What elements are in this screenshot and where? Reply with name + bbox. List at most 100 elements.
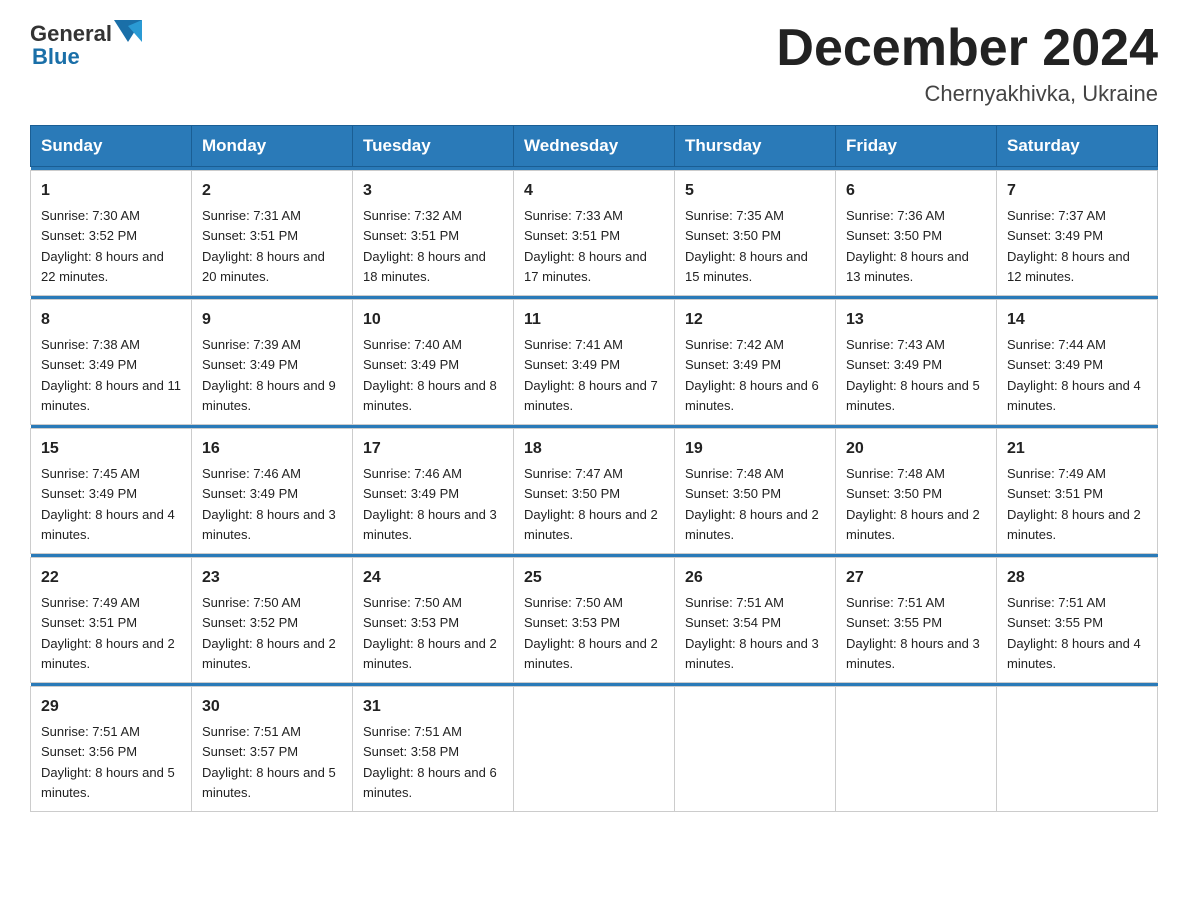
- day-info: Sunrise: 7:50 AMSunset: 3:53 PMDaylight:…: [524, 595, 658, 671]
- day-info: Sunrise: 7:49 AMSunset: 3:51 PMDaylight:…: [41, 595, 175, 671]
- table-row: 19 Sunrise: 7:48 AMSunset: 3:50 PMDaylig…: [675, 429, 836, 554]
- month-title: December 2024: [776, 20, 1158, 77]
- day-info: Sunrise: 7:44 AMSunset: 3:49 PMDaylight:…: [1007, 337, 1141, 413]
- table-row: 20 Sunrise: 7:48 AMSunset: 3:50 PMDaylig…: [836, 429, 997, 554]
- calendar-week-row: 22 Sunrise: 7:49 AMSunset: 3:51 PMDaylig…: [31, 558, 1158, 683]
- day-number: 30: [202, 695, 342, 719]
- day-number: 13: [846, 308, 986, 332]
- day-info: Sunrise: 7:51 AMSunset: 3:55 PMDaylight:…: [846, 595, 980, 671]
- col-tuesday: Tuesday: [353, 126, 514, 167]
- day-info: Sunrise: 7:51 AMSunset: 3:54 PMDaylight:…: [685, 595, 819, 671]
- day-number: 3: [363, 179, 503, 203]
- table-row: 13 Sunrise: 7:43 AMSunset: 3:49 PMDaylig…: [836, 300, 997, 425]
- day-info: Sunrise: 7:46 AMSunset: 3:49 PMDaylight:…: [363, 466, 497, 542]
- day-number: 27: [846, 566, 986, 590]
- calendar-week-row: 15 Sunrise: 7:45 AMSunset: 3:49 PMDaylig…: [31, 429, 1158, 554]
- day-number: 2: [202, 179, 342, 203]
- day-number: 8: [41, 308, 181, 332]
- table-row: 18 Sunrise: 7:47 AMSunset: 3:50 PMDaylig…: [514, 429, 675, 554]
- day-info: Sunrise: 7:35 AMSunset: 3:50 PMDaylight:…: [685, 208, 808, 284]
- day-number: 20: [846, 437, 986, 461]
- day-info: Sunrise: 7:40 AMSunset: 3:49 PMDaylight:…: [363, 337, 497, 413]
- location-title: Chernyakhivka, Ukraine: [776, 81, 1158, 107]
- day-number: 4: [524, 179, 664, 203]
- day-info: Sunrise: 7:48 AMSunset: 3:50 PMDaylight:…: [846, 466, 980, 542]
- table-row: 12 Sunrise: 7:42 AMSunset: 3:49 PMDaylig…: [675, 300, 836, 425]
- table-row: 23 Sunrise: 7:50 AMSunset: 3:52 PMDaylig…: [192, 558, 353, 683]
- col-monday: Monday: [192, 126, 353, 167]
- day-info: Sunrise: 7:31 AMSunset: 3:51 PMDaylight:…: [202, 208, 325, 284]
- day-info: Sunrise: 7:38 AMSunset: 3:49 PMDaylight:…: [41, 337, 181, 413]
- day-number: 10: [363, 308, 503, 332]
- day-info: Sunrise: 7:43 AMSunset: 3:49 PMDaylight:…: [846, 337, 980, 413]
- day-info: Sunrise: 7:51 AMSunset: 3:55 PMDaylight:…: [1007, 595, 1141, 671]
- table-row: 3 Sunrise: 7:32 AMSunset: 3:51 PMDayligh…: [353, 171, 514, 296]
- day-info: Sunrise: 7:50 AMSunset: 3:52 PMDaylight:…: [202, 595, 336, 671]
- day-info: Sunrise: 7:33 AMSunset: 3:51 PMDaylight:…: [524, 208, 647, 284]
- table-row: [836, 687, 997, 812]
- col-thursday: Thursday: [675, 126, 836, 167]
- table-row: [514, 687, 675, 812]
- day-info: Sunrise: 7:41 AMSunset: 3:49 PMDaylight:…: [524, 337, 658, 413]
- day-number: 31: [363, 695, 503, 719]
- table-row: 22 Sunrise: 7:49 AMSunset: 3:51 PMDaylig…: [31, 558, 192, 683]
- day-number: 26: [685, 566, 825, 590]
- table-row: 2 Sunrise: 7:31 AMSunset: 3:51 PMDayligh…: [192, 171, 353, 296]
- table-row: 8 Sunrise: 7:38 AMSunset: 3:49 PMDayligh…: [31, 300, 192, 425]
- day-number: 18: [524, 437, 664, 461]
- table-row: 10 Sunrise: 7:40 AMSunset: 3:49 PMDaylig…: [353, 300, 514, 425]
- day-number: 15: [41, 437, 181, 461]
- day-info: Sunrise: 7:46 AMSunset: 3:49 PMDaylight:…: [202, 466, 336, 542]
- day-info: Sunrise: 7:32 AMSunset: 3:51 PMDaylight:…: [363, 208, 486, 284]
- day-number: 7: [1007, 179, 1147, 203]
- day-number: 5: [685, 179, 825, 203]
- day-number: 28: [1007, 566, 1147, 590]
- table-row: 31 Sunrise: 7:51 AMSunset: 3:58 PMDaylig…: [353, 687, 514, 812]
- day-info: Sunrise: 7:51 AMSunset: 3:57 PMDaylight:…: [202, 724, 336, 800]
- table-row: 21 Sunrise: 7:49 AMSunset: 3:51 PMDaylig…: [997, 429, 1158, 554]
- day-info: Sunrise: 7:37 AMSunset: 3:49 PMDaylight:…: [1007, 208, 1130, 284]
- day-number: 11: [524, 308, 664, 332]
- page-header: General Blue December 2024 Chernyakhivka…: [30, 20, 1158, 107]
- day-number: 19: [685, 437, 825, 461]
- table-row: [675, 687, 836, 812]
- logo: General Blue: [30, 20, 142, 70]
- col-friday: Friday: [836, 126, 997, 167]
- table-row: 30 Sunrise: 7:51 AMSunset: 3:57 PMDaylig…: [192, 687, 353, 812]
- table-row: 1 Sunrise: 7:30 AMSunset: 3:52 PMDayligh…: [31, 171, 192, 296]
- day-info: Sunrise: 7:51 AMSunset: 3:58 PMDaylight:…: [363, 724, 497, 800]
- table-row: 28 Sunrise: 7:51 AMSunset: 3:55 PMDaylig…: [997, 558, 1158, 683]
- table-row: 7 Sunrise: 7:37 AMSunset: 3:49 PMDayligh…: [997, 171, 1158, 296]
- day-number: 24: [363, 566, 503, 590]
- day-number: 6: [846, 179, 986, 203]
- day-info: Sunrise: 7:51 AMSunset: 3:56 PMDaylight:…: [41, 724, 175, 800]
- day-number: 21: [1007, 437, 1147, 461]
- table-row: 26 Sunrise: 7:51 AMSunset: 3:54 PMDaylig…: [675, 558, 836, 683]
- day-number: 29: [41, 695, 181, 719]
- col-saturday: Saturday: [997, 126, 1158, 167]
- table-row: 25 Sunrise: 7:50 AMSunset: 3:53 PMDaylig…: [514, 558, 675, 683]
- day-info: Sunrise: 7:50 AMSunset: 3:53 PMDaylight:…: [363, 595, 497, 671]
- day-number: 17: [363, 437, 503, 461]
- table-row: 16 Sunrise: 7:46 AMSunset: 3:49 PMDaylig…: [192, 429, 353, 554]
- calendar-header-row: Sunday Monday Tuesday Wednesday Thursday…: [31, 126, 1158, 167]
- table-row: [997, 687, 1158, 812]
- day-number: 1: [41, 179, 181, 203]
- table-row: 9 Sunrise: 7:39 AMSunset: 3:49 PMDayligh…: [192, 300, 353, 425]
- day-info: Sunrise: 7:45 AMSunset: 3:49 PMDaylight:…: [41, 466, 175, 542]
- day-number: 25: [524, 566, 664, 590]
- day-number: 16: [202, 437, 342, 461]
- table-row: 17 Sunrise: 7:46 AMSunset: 3:49 PMDaylig…: [353, 429, 514, 554]
- day-number: 22: [41, 566, 181, 590]
- day-number: 14: [1007, 308, 1147, 332]
- logo-icon: [114, 20, 142, 48]
- table-row: 4 Sunrise: 7:33 AMSunset: 3:51 PMDayligh…: [514, 171, 675, 296]
- col-wednesday: Wednesday: [514, 126, 675, 167]
- calendar-table: Sunday Monday Tuesday Wednesday Thursday…: [30, 125, 1158, 812]
- table-row: 15 Sunrise: 7:45 AMSunset: 3:49 PMDaylig…: [31, 429, 192, 554]
- table-row: 29 Sunrise: 7:51 AMSunset: 3:56 PMDaylig…: [31, 687, 192, 812]
- day-info: Sunrise: 7:49 AMSunset: 3:51 PMDaylight:…: [1007, 466, 1141, 542]
- table-row: 27 Sunrise: 7:51 AMSunset: 3:55 PMDaylig…: [836, 558, 997, 683]
- day-number: 12: [685, 308, 825, 332]
- calendar-week-row: 29 Sunrise: 7:51 AMSunset: 3:56 PMDaylig…: [31, 687, 1158, 812]
